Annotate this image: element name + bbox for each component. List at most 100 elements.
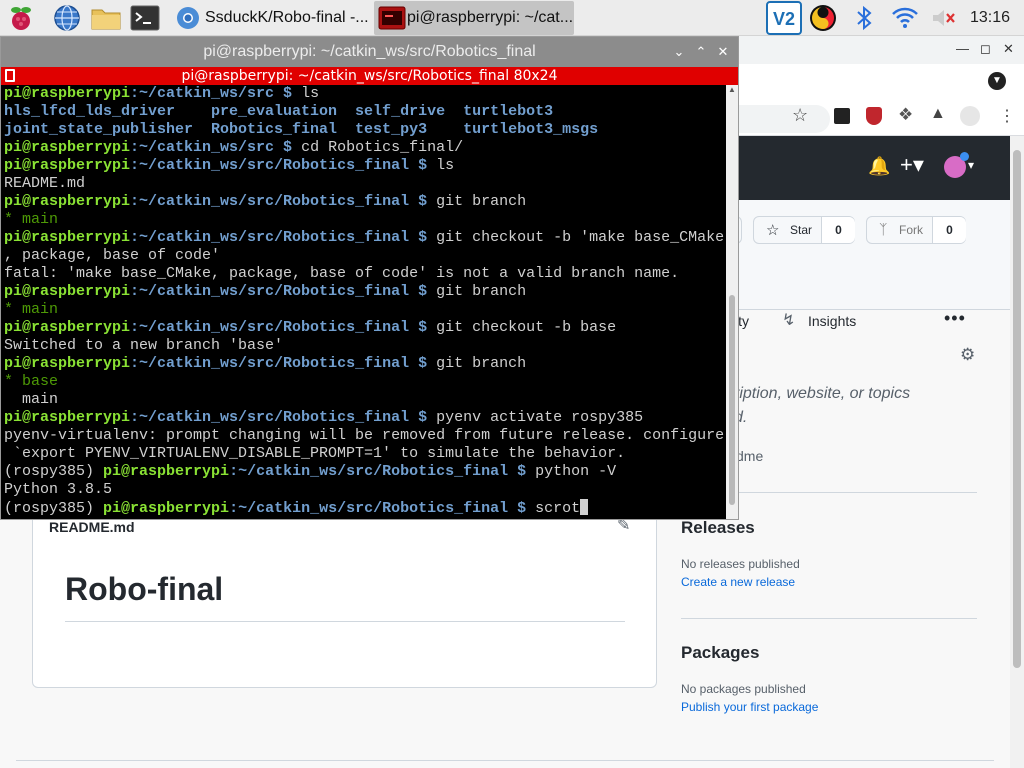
taskbar-terminal-window[interactable]: pi@raspberrypi: ~/cat... [374, 1, 574, 35]
venv-prefix: (rospy385) [4, 463, 104, 480]
terminal-cursor [580, 499, 589, 515]
terminal-line: joint_state_publisher Robotics_final tes… [4, 121, 726, 139]
prompt-path: :~/catkin_ws/src/Robotics_final $ [229, 463, 536, 480]
bookmark-star-icon[interactable]: ☆ [792, 105, 808, 126]
volume-muted-icon[interactable] [928, 3, 958, 33]
terminal-menu-chevron-icon[interactable]: ⌄ [671, 44, 687, 60]
terminal-line: (rospy385) pi@raspberrypi:~/catkin_ws/sr… [4, 499, 726, 517]
prompt-user-host: pi@raspberrypi [103, 500, 230, 517]
taskbar-browser-window[interactable]: SsduckK/Robo-final -... [172, 1, 372, 35]
directory-listing: joint_state_publisher Robotics_final tes… [4, 121, 599, 138]
clock[interactable]: 13:16 [970, 0, 1014, 36]
command-text: ls [436, 157, 455, 174]
command-text: pyenv activate rospy385 [436, 409, 644, 426]
readme-heading: Robo-final [65, 571, 224, 607]
fork-button[interactable]: ᛉ Fork 0 [866, 216, 966, 244]
create-new-icon[interactable]: +▾ [900, 152, 924, 178]
branch-entry: * main [4, 301, 59, 318]
about-settings-gear-icon[interactable]: ⚙ [960, 345, 975, 365]
globe-browser-icon[interactable] [52, 3, 82, 33]
browser-menu-icon[interactable]: ⋮ [999, 106, 1015, 126]
prompt-path: :~/catkin_ws/src/Robotics_final $ [130, 319, 437, 336]
terminal-output[interactable]: pi@raspberrypi:~/catkin_ws/src $ ls hls_l… [4, 85, 726, 519]
prompt-user-host: pi@raspberrypi [103, 463, 230, 480]
terminal-scrollbar-thumb[interactable] [729, 295, 735, 505]
heading-rule [65, 621, 625, 622]
terminal-line: pi@raspberrypi:~/catkin_ws/src/Robotics_… [4, 355, 726, 373]
publish-package-link[interactable]: Publish your first package [681, 700, 818, 714]
prompt-path: :~/catkin_ws/src/Robotics_final $ [229, 500, 536, 517]
prompt-path: :~/catkin_ws/src/Robotics_final $ [130, 283, 437, 300]
taskbar: SsduckK/Robo-final -... pi@raspberrypi: … [0, 0, 1024, 36]
command-text: git branch [436, 283, 527, 300]
terminal-line: main [4, 391, 726, 409]
more-tabs-icon[interactable]: ••• [944, 308, 966, 329]
releases-empty-text: No releases published [681, 557, 800, 571]
output-text: main [4, 391, 59, 408]
packages-title[interactable]: Packages [681, 643, 759, 663]
prompt-user-host: pi@raspberrypi [4, 139, 131, 156]
about-readme-link[interactable]: dme [736, 448, 763, 464]
scroll-up-icon[interactable]: ▲ [728, 85, 736, 94]
raspberry-menu-icon[interactable] [6, 3, 36, 33]
branch-entry: * main [4, 211, 59, 228]
create-release-link[interactable]: Create a new release [681, 575, 795, 589]
fork-icon: ᛉ [879, 221, 888, 237]
prompt-user-host: pi@raspberrypi [4, 193, 131, 210]
ublock-icon[interactable] [866, 107, 882, 125]
footer-rule [16, 760, 994, 761]
chromium-icon [176, 6, 200, 35]
prompt-path: :~/catkin_ws/src/Robotics_final $ [130, 157, 437, 174]
terminal-scrollbar[interactable]: ▲ [726, 85, 738, 519]
output-text: Switched to a new branch 'base' [4, 337, 284, 354]
releases-title[interactable]: Releases [681, 518, 755, 538]
terminal-line: Python 3.8.5 [4, 481, 726, 499]
graph-icon: ↯ [782, 312, 796, 329]
star-icon: ☆ [766, 222, 780, 239]
star-button[interactable]: ☆ Star 0 [753, 216, 855, 244]
folder-icon[interactable] [90, 3, 121, 33]
input-method-icon[interactable] [808, 3, 838, 33]
terminal-window[interactable]: pi@raspberrypi: ~/catkin_ws/src/Robotics… [0, 36, 739, 520]
maximize-icon[interactable]: ◻ [980, 41, 991, 57]
terminal-line: fatal: 'make base_CMake, package, base o… [4, 265, 726, 283]
about-placeholder-line-1: ription, website, or topics [734, 385, 911, 402]
output-text: `export PYENV_VIRTUALENV_DISABLE_PROMPT=… [4, 445, 626, 462]
avatar-chevron-icon[interactable]: ▾ [968, 158, 974, 172]
terminal-titlebar[interactable]: pi@raspberrypi: ~/catkin_ws/src/Robotics… [1, 37, 738, 67]
terminal-line: pyenv-virtualenv: prompt changing will b… [4, 427, 726, 445]
wifi-icon[interactable] [890, 3, 920, 33]
profile-icon[interactable] [960, 106, 980, 126]
tab-insights[interactable]: Insights [808, 313, 856, 329]
tab-search-icon[interactable]: ▼ [988, 72, 1006, 90]
terminal-line: * main [4, 301, 726, 319]
prompt-user-host: pi@raspberrypi [4, 283, 131, 300]
terminal-launcher-icon[interactable] [130, 3, 160, 33]
terminal-line: pi@raspberrypi:~/catkin_ws/src/Robotics_… [4, 319, 726, 337]
minimize-icon[interactable]: — [956, 41, 969, 56]
fork-label: Fork [899, 223, 923, 237]
close-icon[interactable]: ✕ [1003, 41, 1014, 57]
page-scrollbar[interactable] [1010, 136, 1024, 768]
command-text: git branch [436, 355, 527, 372]
extension-1-icon[interactable] [834, 108, 850, 124]
command-text: scrot [535, 500, 581, 517]
star-label: Star [790, 223, 813, 237]
terminal-line: Switched to a new branch 'base' [4, 337, 726, 355]
bluetooth-icon[interactable] [852, 3, 876, 33]
page-scrollbar-thumb[interactable] [1013, 150, 1021, 668]
command-text: cd Robotics_final/ [301, 139, 464, 156]
terminal-window-title: pi@raspberrypi: ~/catkin_ws/src/Robotics… [203, 43, 536, 60]
terminal-line: pi@raspberrypi:~/catkin_ws/src $ ls [4, 85, 726, 103]
extensions-puzzle-icon[interactable]: ❖ [898, 105, 913, 125]
terminal-close-icon[interactable]: ✕ [715, 44, 731, 60]
taskbar-terminal-label: pi@raspberrypi: ~/cat... [407, 9, 574, 26]
terminal-inner-title: pi@raspberrypi: ~/catkin_ws/src/Robotics… [181, 68, 558, 84]
vnc-icon[interactable]: V2 [766, 1, 802, 35]
notifications-bell-icon[interactable]: 🔔 [868, 156, 890, 177]
prompt-user-host: pi@raspberrypi [4, 229, 131, 246]
terminal-minimize-icon[interactable]: ⌃ [693, 44, 709, 60]
command-text: git checkout -b base [436, 319, 617, 336]
labs-flask-icon[interactable]: ▲ [930, 105, 946, 123]
packages-empty-text: No packages published [681, 682, 806, 696]
